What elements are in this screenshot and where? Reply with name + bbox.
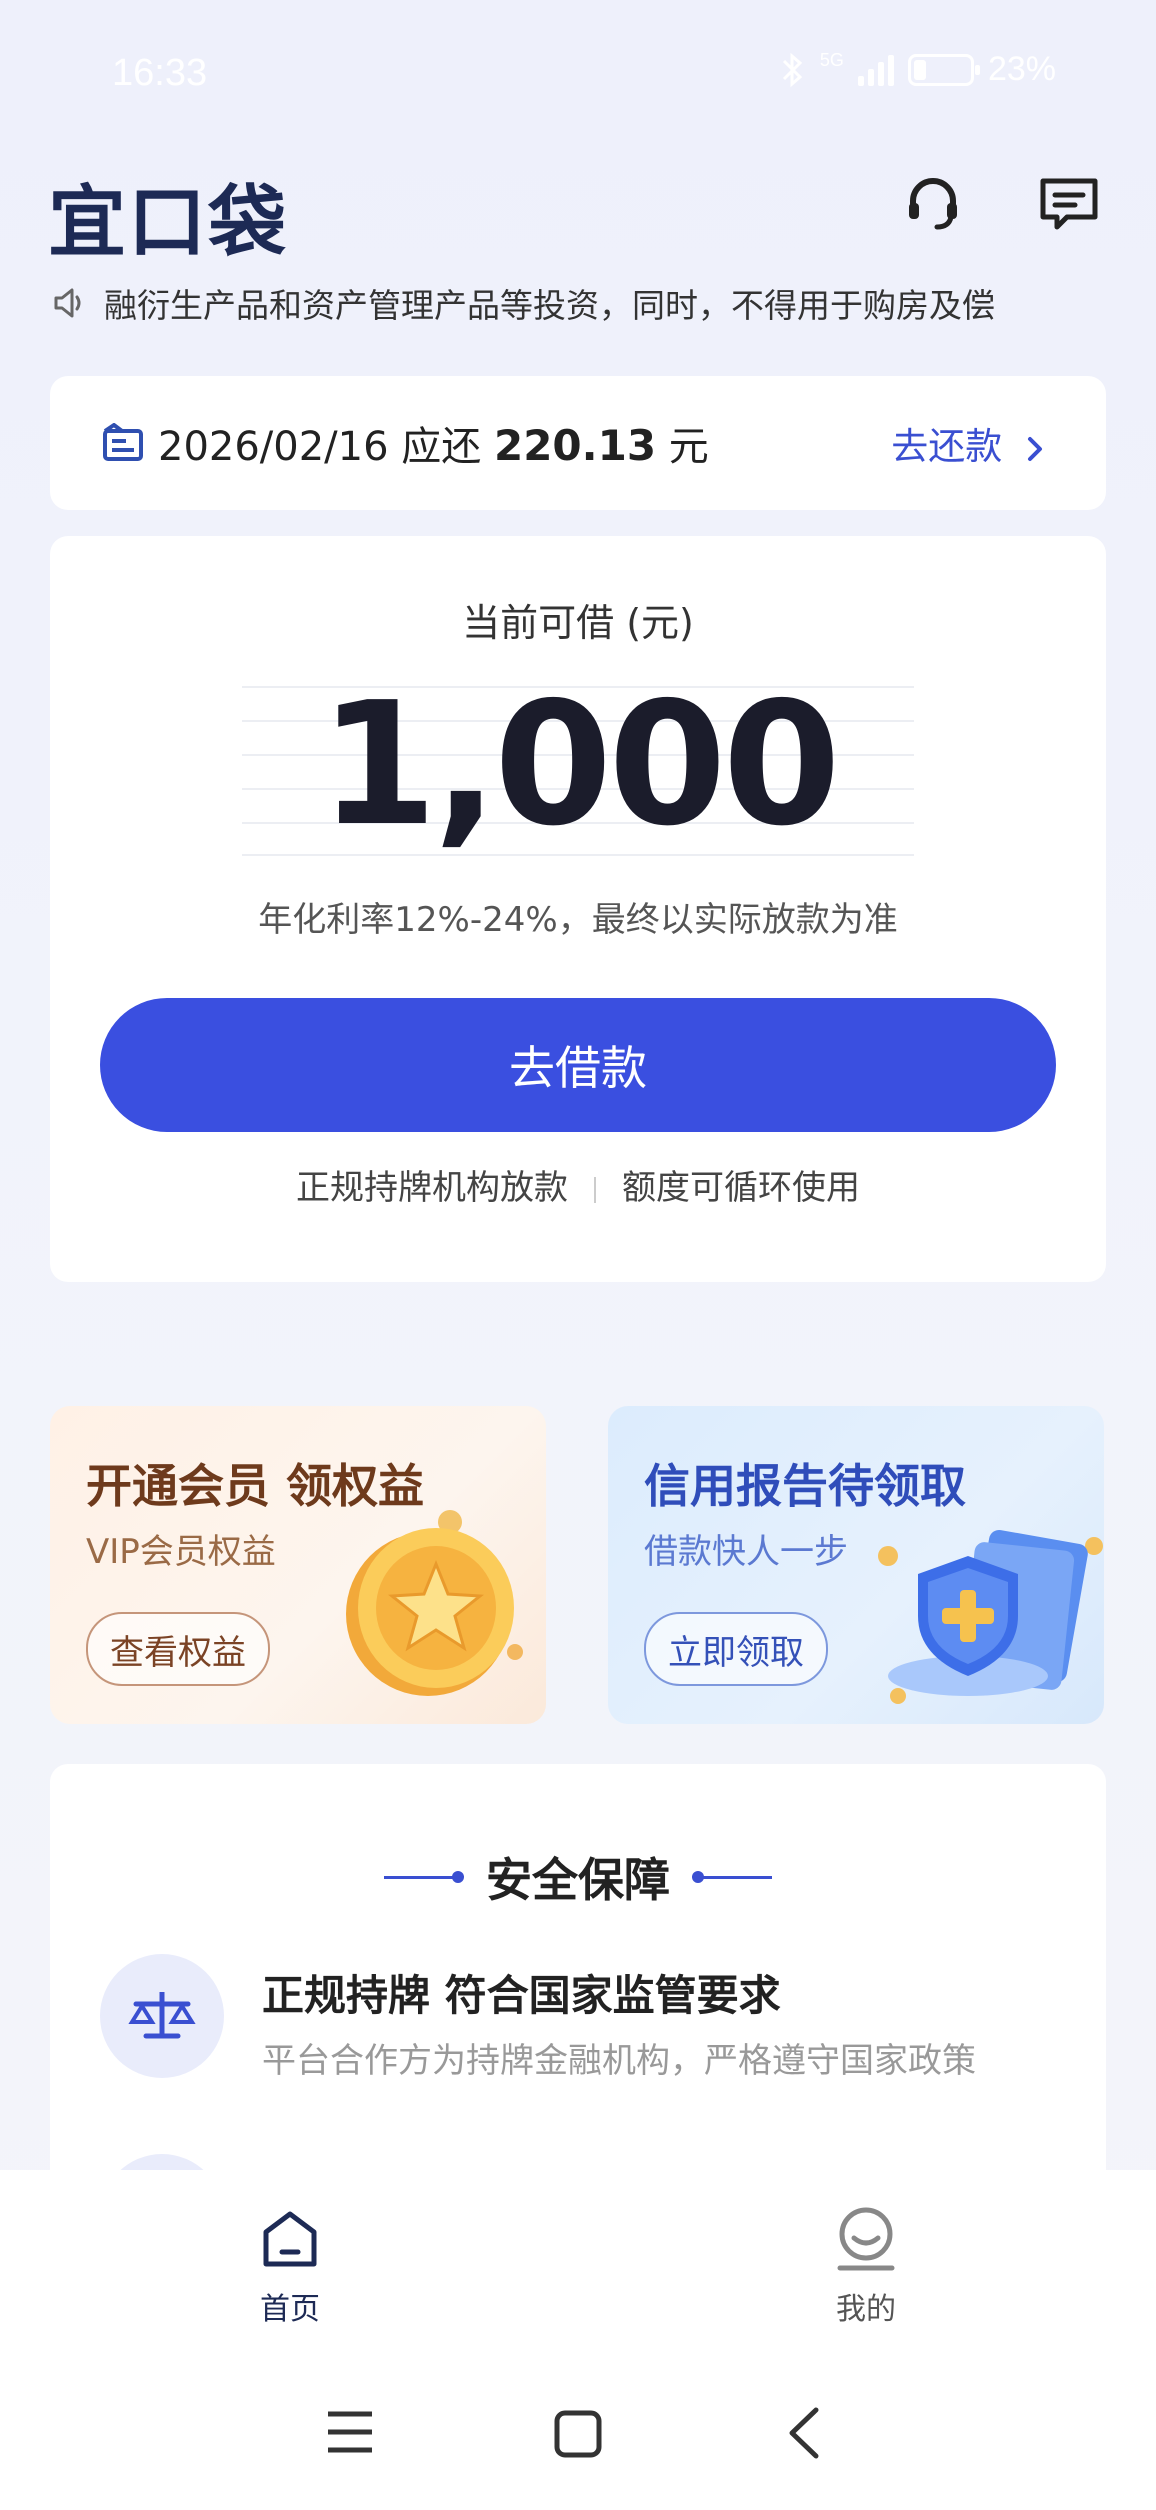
system-nav-bar xyxy=(0,2338,1156,2510)
customer-service-icon[interactable] xyxy=(898,168,968,238)
bill-icon xyxy=(103,423,143,461)
available-label: 当前可借 (元) xyxy=(462,601,694,645)
signal-icon xyxy=(857,54,894,86)
back-icon[interactable] xyxy=(786,2406,822,2460)
feature-divider xyxy=(594,1176,596,1203)
credit-card: 当前可借 (元) 1,000 年化利率12%-24%，最终以实际放款为准 去借款… xyxy=(50,536,1106,1282)
notice-text: 融衍生产品和资产管理产品等投资，同时，不得用于购房及偿 xyxy=(104,286,995,325)
repayment-card[interactable]: 2026/02/16 应还 220.13 元 去还款 xyxy=(50,376,1106,510)
available-amount: 1,000 xyxy=(319,666,841,864)
heading-dash-right xyxy=(692,1870,772,1883)
tab-profile-label: 我的 xyxy=(836,2292,896,2327)
menu-icon[interactable] xyxy=(326,2410,374,2454)
shield-report-icon xyxy=(878,1529,1103,1704)
chevron-right-icon xyxy=(1028,436,1042,461)
status-icons: 5G 23% xyxy=(780,50,1056,89)
safety-item-desc: 平台合作方为持牌金融机构，严格遵守国家政策 xyxy=(262,2041,976,2081)
bluetooth-icon xyxy=(782,52,803,87)
tab-profile[interactable]: 我的 xyxy=(796,2206,936,2328)
heading-dash-left xyxy=(384,1870,464,1883)
rate-note: 年化利率12%-24%，最终以实际放款为准 xyxy=(258,900,898,940)
safety-title: 安全保障 xyxy=(486,1853,670,1907)
feature-revolving: 额度可循环使用 xyxy=(622,1168,860,1208)
home-square-icon[interactable] xyxy=(554,2410,602,2458)
feature-line: 正规持牌机构放款 额度可循环使用 xyxy=(50,1160,1106,1209)
gold-coin-star-icon xyxy=(346,1510,523,1696)
repayment-due-label: 应还 xyxy=(401,424,482,470)
repay-link[interactable]: 去还款 xyxy=(891,416,1046,470)
safety-item: 正规持牌 符合国家监管要求 平台合作方为持牌金融机构，严格遵守国家政策 xyxy=(100,1954,976,2082)
tab-home-label: 首页 xyxy=(260,2292,320,2327)
feature-licensed: 正规持牌机构放款 xyxy=(296,1168,568,1208)
credit-report-subtitle: 借款快人一步 xyxy=(644,1532,848,1572)
battery-percent: 23% xyxy=(987,50,1056,88)
vip-view-button[interactable]: 查看权益 xyxy=(86,1612,270,1686)
repayment-unit: 元 xyxy=(668,424,709,470)
safety-heading: 安全保障 xyxy=(50,1844,1106,1910)
scale-icon xyxy=(100,1954,224,2078)
battery-icon xyxy=(907,53,980,86)
vip-promo-card[interactable]: 开通会员 领权益 VIP会员权益 查看权益 xyxy=(50,1406,546,1724)
repay-link-label: 去还款 xyxy=(891,425,1003,468)
credit-report-title: 信用报告待领取 xyxy=(644,1459,966,1513)
repayment-text: 2026/02/16 应还 220.13 元 xyxy=(158,414,709,472)
message-icon[interactable] xyxy=(1034,168,1104,238)
vip-subtitle: VIP会员权益 xyxy=(86,1532,276,1572)
repayment-amount: 220.13 xyxy=(493,421,657,470)
credit-report-claim-button[interactable]: 立即领取 xyxy=(644,1612,828,1686)
speaker-icon xyxy=(54,288,81,318)
app-logo: 宜口袋 xyxy=(48,178,289,268)
safety-item-title: 正规持牌 符合国家监管要求 xyxy=(262,1971,781,2020)
home-icon xyxy=(263,2211,317,2267)
notice-bar[interactable]: 融衍生产品和资产管理产品等投资，同时，不得用于购房及偿 xyxy=(50,278,1110,328)
tab-bar: 首页 我的 xyxy=(0,2170,1156,2338)
status-time: 16:33 xyxy=(112,52,208,94)
profile-icon xyxy=(837,2207,895,2271)
repayment-date: 2026/02/16 xyxy=(158,424,389,470)
borrow-button[interactable]: 去借款 xyxy=(100,998,1056,1132)
tab-home[interactable]: 首页 xyxy=(220,2206,360,2328)
credit-report-card[interactable]: 信用报告待领取 借款快人一步 立即领取 xyxy=(608,1406,1104,1724)
network-label: 5G xyxy=(819,50,844,70)
